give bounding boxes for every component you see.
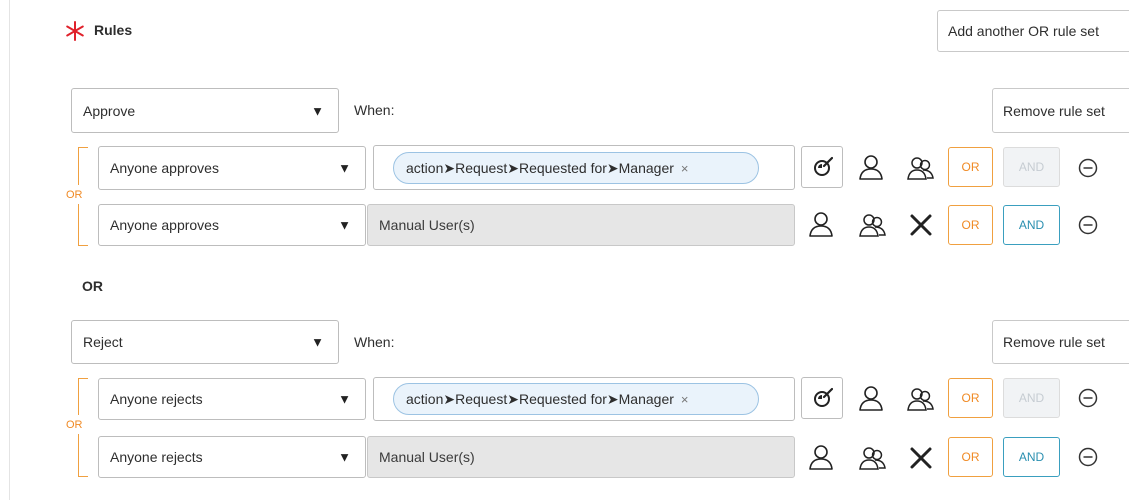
group-icon[interactable] <box>905 383 937 415</box>
reference-pill-label: action➤Request➤Requested for➤Manager <box>406 390 674 407</box>
condition-select-value: Anyone approves <box>110 217 219 233</box>
manual-users-field[interactable]: Manual User(s) <box>367 436 795 478</box>
or-group-bracket <box>78 434 88 477</box>
minus-circle-icon[interactable] <box>1077 214 1099 236</box>
close-icon[interactable]: × <box>681 392 689 407</box>
minus-circle-icon[interactable] <box>1077 446 1099 468</box>
rules-title: Rules <box>94 22 133 38</box>
caret-down-icon: ▼ <box>338 160 351 176</box>
condition-select-value: Anyone approves <box>110 160 219 176</box>
user-icon[interactable] <box>856 382 886 414</box>
script-button[interactable] <box>801 146 843 188</box>
condition-select[interactable]: Anyone rejects ▼ <box>98 436 366 478</box>
or-button[interactable]: OR <box>948 378 993 418</box>
action-select[interactable]: Approve ▼ <box>71 88 339 133</box>
left-divider <box>9 0 10 500</box>
or-button[interactable]: OR <box>948 437 993 477</box>
minus-circle-icon[interactable] <box>1077 157 1099 179</box>
minus-circle-icon[interactable] <box>1077 387 1099 409</box>
caret-down-icon: ▼ <box>338 391 351 407</box>
action-select-value: Reject <box>83 334 123 350</box>
group-icon[interactable] <box>857 442 889 474</box>
action-select[interactable]: Reject ▼ <box>71 320 339 364</box>
and-button[interactable]: AND <box>1003 437 1060 477</box>
reference-pill[interactable]: action➤Request➤Requested for➤Manager × <box>393 383 759 415</box>
group-icon[interactable] <box>857 209 889 241</box>
caret-down-icon: ▼ <box>338 217 351 233</box>
caret-down-icon: ▼ <box>311 334 324 350</box>
group-icon[interactable] <box>905 152 937 184</box>
reference-pill-label: action➤Request➤Requested for➤Manager <box>406 159 674 176</box>
reference-pill[interactable]: action➤Request➤Requested for➤Manager × <box>393 152 759 184</box>
asterisk-icon <box>66 21 84 41</box>
user-icon[interactable] <box>806 441 836 473</box>
and-button-disabled: AND <box>1003 147 1060 187</box>
remove-rule-set-button[interactable]: Remove rule set <box>992 320 1129 364</box>
script-wand-icon <box>814 387 833 407</box>
caret-down-icon: ▼ <box>338 449 351 465</box>
when-label: When: <box>354 334 395 350</box>
group-or-label: OR <box>66 419 83 431</box>
and-button-disabled: AND <box>1003 378 1060 418</box>
condition-select[interactable]: Anyone approves ▼ <box>98 146 366 190</box>
or-button[interactable]: OR <box>948 205 993 245</box>
remove-rule-set-button[interactable]: Remove rule set <box>992 88 1129 133</box>
or-button[interactable]: OR <box>948 147 993 187</box>
condition-select[interactable]: Anyone rejects ▼ <box>98 378 366 420</box>
when-label: When: <box>354 102 395 118</box>
close-icon[interactable] <box>907 444 935 472</box>
and-button[interactable]: AND <box>1003 205 1060 245</box>
close-icon[interactable] <box>907 211 935 239</box>
user-icon[interactable] <box>856 151 886 183</box>
condition-select-value: Anyone rejects <box>110 391 203 407</box>
condition-select-value: Anyone rejects <box>110 449 203 465</box>
group-or-label: OR <box>66 189 83 201</box>
action-select-value: Approve <box>83 102 136 119</box>
rule-set-or-separator: OR <box>82 278 103 294</box>
script-wand-icon <box>814 156 833 176</box>
or-group-bracket <box>78 378 88 415</box>
close-icon[interactable]: × <box>681 161 689 176</box>
user-icon[interactable] <box>806 208 836 240</box>
script-button[interactable] <box>801 377 843 419</box>
manual-users-field[interactable]: Manual User(s) <box>367 204 795 246</box>
or-group-bracket <box>78 147 88 185</box>
or-group-bracket <box>78 204 88 246</box>
condition-select[interactable]: Anyone approves ▼ <box>98 204 366 246</box>
add-or-rule-set-button[interactable]: Add another OR rule set <box>937 10 1129 52</box>
caret-down-icon: ▼ <box>311 103 324 118</box>
